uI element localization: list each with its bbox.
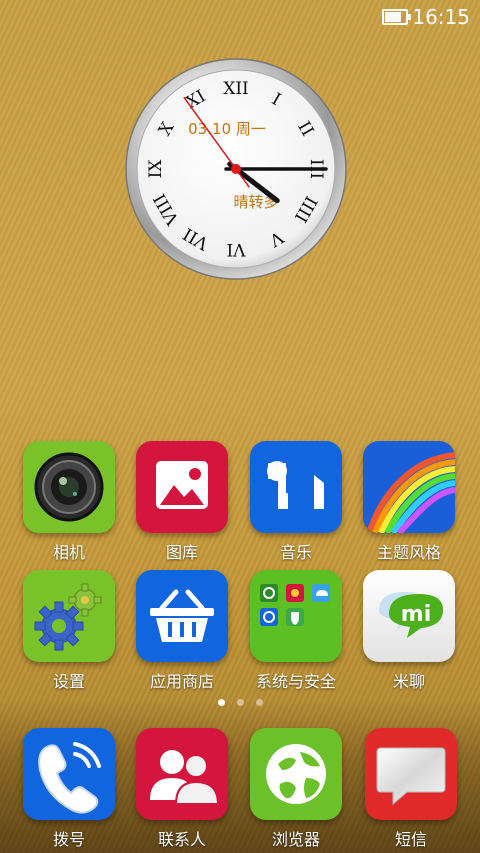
gears-icon [23, 570, 115, 662]
battery-icon [382, 9, 412, 25]
clock-numeral: IX [146, 159, 166, 179]
svg-text:mi: mi [401, 602, 431, 627]
music-icon [250, 441, 342, 533]
camera-icon [23, 441, 115, 533]
app-label: 相机 [52, 543, 85, 562]
contacts-icon [136, 728, 228, 820]
page-dot[interactable] [236, 699, 244, 706]
clock-widget[interactable]: XII I II III IIII V VI VII VIII IX X XI 03.10 周一 晴转… [122, 55, 350, 283]
analog-clock: XIIIIIIIIIIIIVVIVIIVIIIIXXXI 03.10 周一 晴转… [125, 58, 347, 280]
browser-globe-icon [250, 728, 342, 820]
app-mi-chat[interactable]: mi 米聊 [354, 570, 464, 692]
dock-messages[interactable]: 短信 [356, 728, 466, 850]
status-bar: 16:15 [0, 0, 480, 34]
app-label: 设置 [52, 672, 85, 691]
app-music[interactable]: 音乐 [241, 441, 351, 563]
app-label: 米聊 [392, 672, 425, 691]
phone-icon [23, 728, 115, 820]
clock-date: 03.10 周一 [188, 120, 266, 138]
dock-contacts[interactable]: 联系人 [127, 728, 237, 850]
system-folder-icon [250, 570, 342, 662]
app-store[interactable]: 应用商店 [127, 570, 237, 692]
clock-center-cap [231, 164, 241, 174]
clock-numeral: VI [227, 239, 247, 259]
dock-label: 联系人 [157, 830, 206, 849]
dock-browser[interactable]: 浏览器 [241, 728, 351, 850]
app-theme[interactable]: 主题风格 [354, 441, 464, 563]
mi-chat-icon: mi [363, 570, 455, 662]
app-label: 图库 [165, 543, 198, 562]
folder-system-security[interactable]: 系统与安全 [241, 570, 351, 692]
app-gallery[interactable]: 图库 [127, 441, 237, 563]
folder-label: 系统与安全 [255, 672, 336, 691]
status-time: 16:15 [412, 5, 470, 29]
theme-rainbow-icon [363, 441, 455, 533]
clock-numeral: XII [223, 79, 249, 99]
app-label: 主题风格 [376, 543, 441, 562]
gallery-icon [136, 441, 228, 533]
app-settings[interactable]: 设置 [14, 570, 124, 692]
dock-label: 拨号 [52, 830, 85, 849]
app-camera[interactable]: 相机 [14, 441, 124, 563]
app-label: 音乐 [279, 543, 312, 562]
shopping-basket-icon [136, 570, 228, 662]
message-icon [365, 728, 457, 820]
page-indicator[interactable] [0, 699, 480, 706]
dock-label: 浏览器 [271, 830, 320, 849]
page-dot[interactable] [255, 699, 263, 706]
app-label: 应用商店 [149, 672, 214, 691]
page-dot[interactable] [217, 699, 225, 706]
dock-dialer[interactable]: 拨号 [14, 728, 124, 850]
dock-label: 短信 [394, 830, 427, 849]
